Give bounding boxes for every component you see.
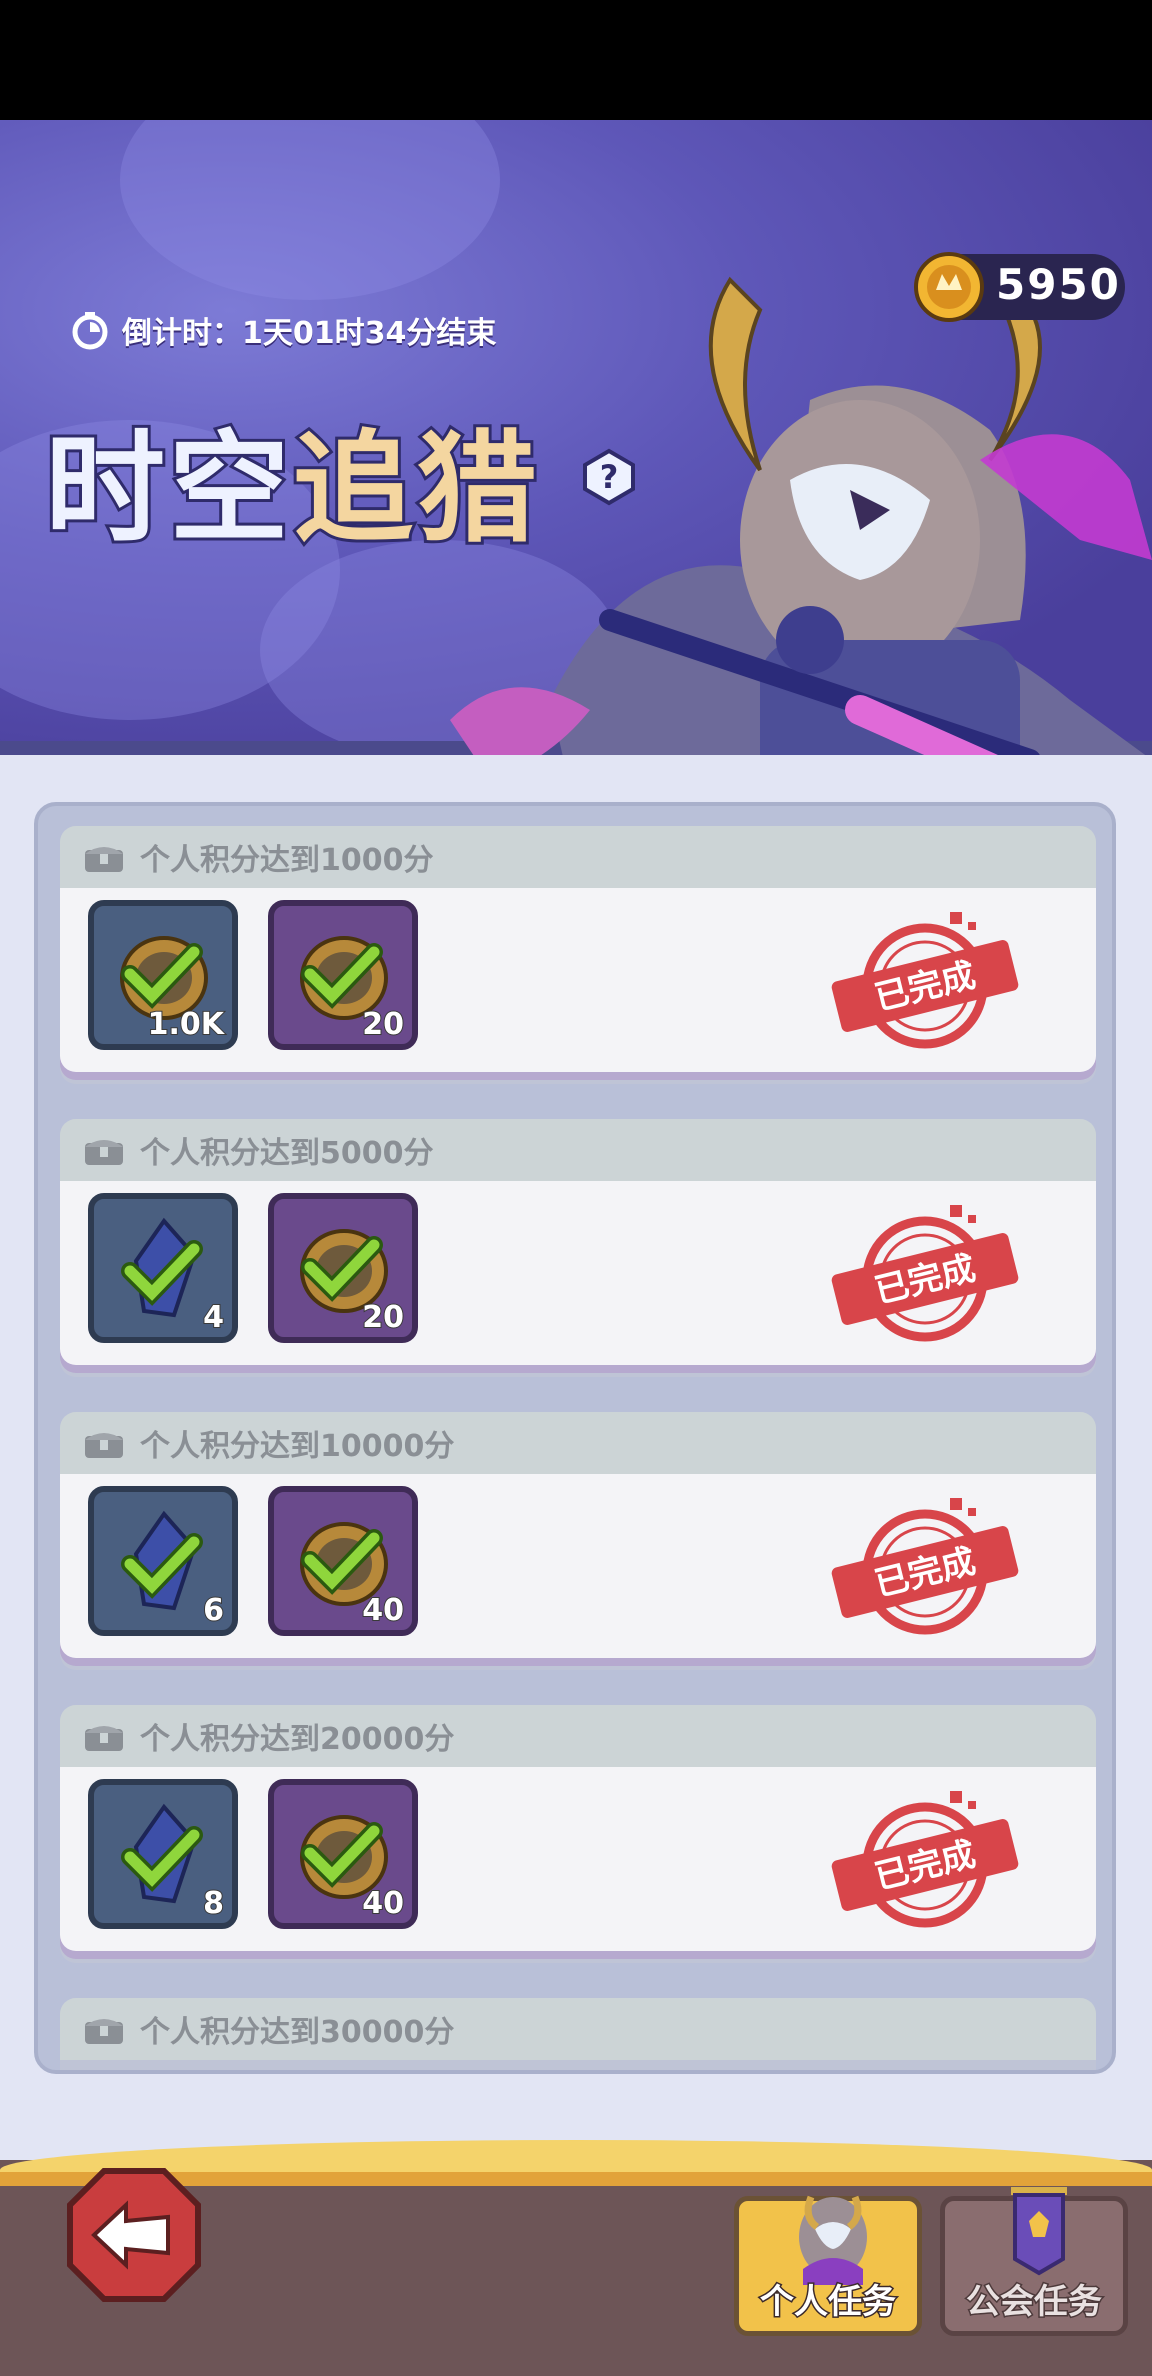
task-header: 个人积分达到10000分 [60,1412,1096,1474]
countdown-timer: 倒计时：1天01时34分结束 [70,308,496,352]
task-list[interactable]: 个人积分达到1000分 1.0K 20 已完成 个人积分达到5000分 4 20 已完成 个人积… [34,802,1116,2074]
reward-item[interactable]: 40 [268,1779,418,1929]
tab-personal-tasks[interactable]: 个人任务 [734,2195,922,2336]
reward-item[interactable]: 4 [88,1193,238,1343]
completed-stamp: 已完成 [831,912,1019,1049]
tab-personal-label: 个人任务 [759,2281,898,2324]
task-label: 个人积分达到20000分 [140,1722,455,1757]
svg-text:?: ? [600,458,619,496]
task-header: 个人积分达到1000分 [60,826,1096,888]
countdown-text: 倒计时：1天01时34分结束 [122,316,497,351]
currency-counter: 5950 [914,252,1125,322]
event-title-part2: 追猎 [290,420,541,559]
task-label: 个人积分达到10000分 [140,1429,455,1464]
task-label: 个人积分达到1000分 [140,843,434,878]
reward-item[interactable]: 20 [268,1193,418,1343]
task-card: 个人积分达到30000分 [60,1998,1096,2070]
stopwatch-icon [72,312,108,350]
completed-stamp: 已完成 [831,1791,1019,1928]
reward-quantity: 20 [361,1299,405,1336]
help-icon[interactable]: ? [580,448,638,506]
task-body: 6 40 已完成 [60,1474,1096,1658]
reward-item[interactable]: 40 [268,1486,418,1636]
crystal-reward-icon [121,1803,203,1904]
reward-quantity: 40 [361,1885,405,1922]
task-card: 个人积分达到10000分 6 40 已完成 [60,1412,1096,1670]
hunt-coin-icon [914,252,984,322]
chest-icon [85,2019,123,2044]
chest-icon [85,1726,123,1751]
tab-guild-tasks[interactable]: 公会任务 [940,2187,1128,2336]
task-card: 个人积分达到5000分 4 20 已完成 [60,1119,1096,1377]
tab-guild-label: 公会任务 [965,2281,1104,2324]
chest-icon [85,847,123,872]
event-title: 时空追猎 [42,427,541,553]
reward-item[interactable]: 1.0K [88,900,238,1050]
reward-item[interactable]: 6 [88,1486,238,1636]
reward-quantity: 8 [202,1885,225,1922]
reward-quantity: 40 [361,1592,405,1629]
task-header: 个人积分达到30000分 [60,1998,1096,2060]
back-button[interactable] [64,2165,204,2305]
task-label: 个人积分达到30000分 [140,2015,455,2050]
task-card: 个人积分达到1000分 1.0K 20 已完成 [60,826,1096,1084]
guild-banner-icon [1011,2187,1067,2276]
reward-quantity: 4 [202,1299,225,1336]
completed-stamp: 已完成 [831,1205,1019,1342]
event-banner: 倒计时：1天01时34分结束 时空追猎 ? 5950 [0,120,1152,755]
chest-icon [85,1140,123,1165]
event-title-part1: 时空 [42,420,293,559]
reward-quantity: 20 [361,1006,405,1043]
status-bar [0,0,1152,120]
reward-item[interactable]: 8 [88,1779,238,1929]
completed-stamp: 已完成 [831,1498,1019,1635]
task-label: 个人积分达到5000分 [140,1136,434,1171]
crystal-reward-icon [121,1510,203,1611]
currency-value: 5950 [996,260,1121,309]
task-header: 个人积分达到20000分 [60,1705,1096,1767]
chest-icon [85,1433,123,1458]
task-header: 个人积分达到5000分 [60,1119,1096,1181]
task-body: 1.0K 20 已完成 [60,888,1096,1072]
crystal-reward-icon [121,1217,203,1318]
reward-item[interactable]: 20 [268,900,418,1050]
personal-hero-icon [799,2195,867,2285]
task-body: 4 20 已完成 [60,1181,1096,1365]
task-card: 个人积分达到20000分 8 40 已完成 [60,1705,1096,1963]
reward-quantity: 1.0K [147,1006,225,1043]
reward-quantity: 6 [202,1592,225,1629]
task-body: 8 40 已完成 [60,1767,1096,1951]
